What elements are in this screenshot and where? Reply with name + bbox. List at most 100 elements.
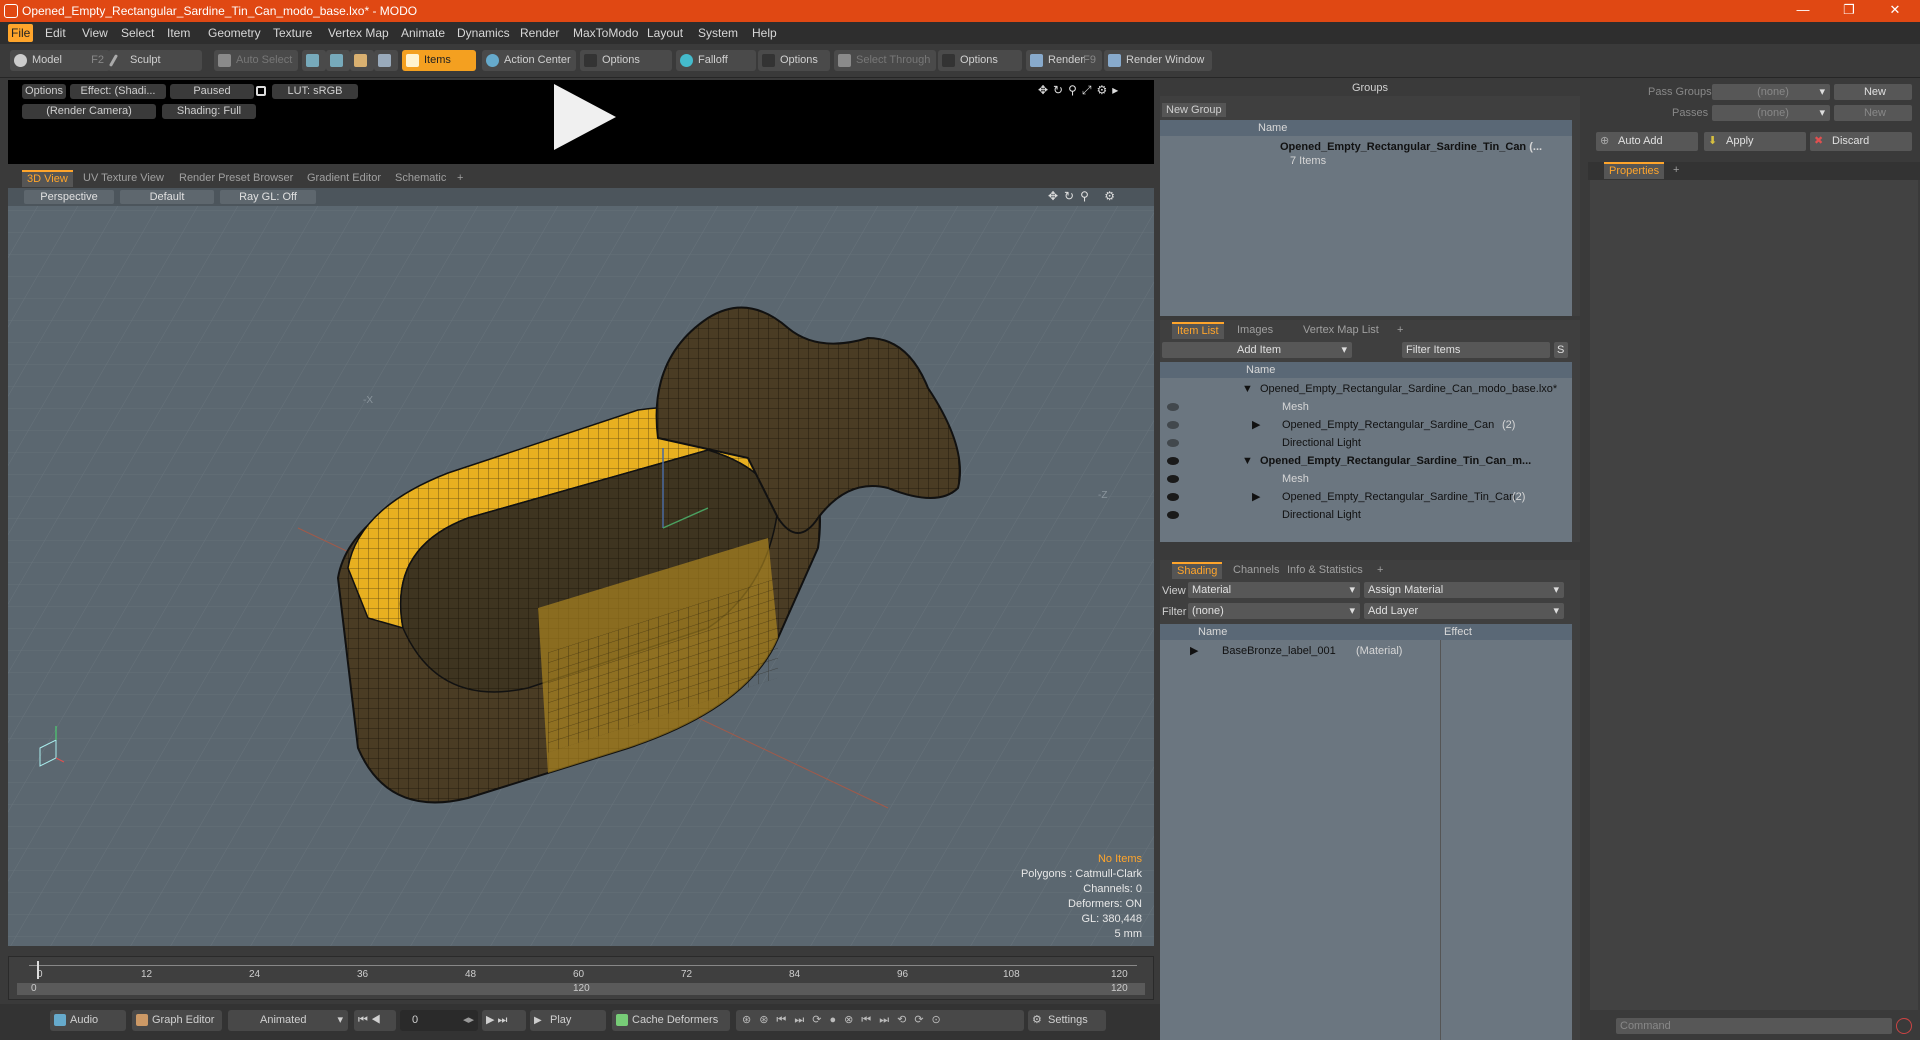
record-icon[interactable] [1896,1018,1912,1034]
render-camera-dropdown[interactable]: (Render Camera) [22,104,156,119]
discard-button[interactable]: ✖ Discard [1810,132,1912,151]
menu-item[interactable]: Item [167,26,190,40]
menu-view[interactable]: View [82,26,108,40]
tab-shading[interactable]: Shading [1172,562,1223,579]
item-row[interactable]: Directional Light [1160,506,1572,524]
search-toggle-button[interactable]: S [1554,342,1568,358]
apply-button[interactable]: ⬇ Apply [1704,132,1806,151]
raygl-dropdown[interactable]: Ray GL: Off [220,190,316,204]
tab-3d-view[interactable]: 3D View [22,170,73,187]
falloff-options-button[interactable]: Options [758,50,830,71]
menu-geometry[interactable]: Geometry [208,26,261,40]
items-mode-button[interactable]: Items [402,50,476,71]
timeline[interactable]: 0 12 24 36 48 60 72 84 96 108 120 0 120 … [8,956,1154,1000]
view-dropdown[interactable]: Material ▾ [1188,582,1360,598]
menu-help[interactable]: Help [752,26,777,40]
tab-schematic[interactable]: Schematic [390,170,451,187]
add-tab-button[interactable]: + [1392,322,1408,339]
close-button[interactable]: ✕ [1872,0,1918,22]
menu-maxtomodo[interactable]: MaxToModo [573,26,638,40]
3d-viewport[interactable]: -X -Z No Items Polygons : Catmull-Clark [8,188,1154,946]
new-pass-button[interactable]: New [1834,105,1912,121]
item-row[interactable]: Mesh [1160,470,1572,488]
menu-edit[interactable]: Edit [45,26,66,40]
tab-uv-texture-view[interactable]: UV Texture View [78,170,169,187]
tab-render-preset-browser[interactable]: Render Preset Browser [174,170,298,187]
falloff-button[interactable]: Falloff [676,50,756,71]
add-tab-button[interactable]: + [452,170,468,187]
filter-dropdown[interactable]: (none) ▾ [1188,603,1360,619]
perspective-dropdown[interactable]: Perspective [24,190,114,204]
minimize-button[interactable]: — [1780,0,1826,22]
shading-dropdown[interactable]: Shading: Full [162,104,256,119]
model-mode-button[interactable]: Model F2 [10,50,110,71]
filter-items-input[interactable]: Filter Items [1402,342,1550,358]
render-button[interactable]: Render F9 [1026,50,1102,71]
preview-options-button[interactable]: Options [22,84,66,99]
assign-material-button[interactable]: Assign Material ▾ [1364,582,1564,598]
menu-system[interactable]: System [698,26,738,40]
cache-deformers-button[interactable]: Cache Deformers [612,1010,730,1031]
select-through-options-button[interactable]: Options [938,50,1022,71]
select-through-button[interactable]: Select Through [834,50,936,71]
passes-dropdown[interactable]: (none) ▾ [1712,105,1830,121]
tab-properties[interactable]: Properties [1604,162,1665,179]
menu-vertex-map[interactable]: Vertex Map [328,26,389,40]
item-row[interactable]: Directional Light [1160,434,1572,452]
animated-dropdown[interactable]: Animated ▾ [228,1010,348,1031]
render-window-button[interactable]: Render Window [1104,50,1212,71]
default-dropdown[interactable]: Default [120,190,214,204]
tab-gradient-editor[interactable]: Gradient Editor [302,170,386,187]
item-row[interactable]: ▶ Opened_Empty_Rectangular_Sardine_Can (2… [1160,416,1572,434]
auto-add-button[interactable]: ⊕ Auto Add [1596,132,1698,151]
maximize-button[interactable]: ❐ [1826,0,1872,22]
effect-dropdown[interactable]: Effect: (Shadi... [70,84,166,99]
material-row[interactable]: ▶ BaseBronze_label_001 (Material) [1160,642,1572,660]
item-row[interactable]: ▼ Opened_Empty_Rectangular_Sardine_Can_mo… [1160,380,1572,398]
add-tab-button[interactable]: + [1668,162,1684,179]
new-pass-group-button[interactable]: New [1834,84,1912,100]
action-center-button[interactable]: Action Center [482,50,576,71]
preview-nav-icons[interactable]: ✥↻⚲⤢⚙▸ [1038,83,1123,98]
viewport-nav-icons[interactable]: ✥↻⚲ ⚙ [1048,189,1121,203]
settings-button[interactable]: ⚙ Settings [1028,1010,1106,1031]
pass-groups-dropdown[interactable]: (none) ▾ [1712,84,1830,100]
timeline-playhead[interactable] [37,961,39,979]
item-row[interactable]: ▶ Opened_Empty_Rectangular_Sardine_Tin_Ca… [1160,488,1572,506]
menu-file[interactable]: File [8,24,34,42]
tab-vertex-map-list[interactable]: Vertex Map List [1298,322,1384,339]
item-row[interactable]: Mesh [1160,398,1572,416]
play-icon[interactable] [554,84,616,150]
menu-texture[interactable]: Texture [273,26,312,40]
tab-item-list[interactable]: Item List [1172,322,1224,339]
edges-mode-button[interactable] [326,50,350,71]
skip-back-buttons[interactable]: ⏮◀ [354,1010,396,1031]
vertices-mode-button[interactable] [302,50,326,71]
menu-layout[interactable]: Layout [647,26,683,40]
new-group-button[interactable]: New Group [1162,103,1226,117]
add-item-dropdown[interactable]: Add Item ▾ [1162,342,1352,358]
command-input[interactable]: Command [1616,1018,1892,1034]
graph-editor-button[interactable]: Graph Editor [132,1010,222,1031]
action-center-options-button[interactable]: Options [580,50,672,71]
paused-button[interactable]: Paused [170,84,254,99]
play-button[interactable]: ▶ Play [530,1010,606,1031]
audio-button[interactable]: Audio [50,1010,126,1031]
menu-animate[interactable]: Animate [401,26,445,40]
tab-info-statistics[interactable]: Info & Statistics [1282,562,1368,579]
lock-icon[interactable] [256,86,266,96]
menu-select[interactable]: Select [121,26,154,40]
key-tool-buttons[interactable]: ⊛⊛⏮⏭⟳●⊗⏮⏭⟲⟳⊙ [736,1010,1024,1031]
step-forward-buttons[interactable]: ▶⏭ [482,1010,526,1031]
tab-images[interactable]: Images [1232,322,1278,339]
tab-channels[interactable]: Channels [1228,562,1284,579]
materials-mode-button[interactable] [374,50,398,71]
add-layer-dropdown[interactable]: Add Layer ▾ [1364,603,1564,619]
lut-dropdown[interactable]: LUT: sRGB [272,84,358,99]
menu-render[interactable]: Render [520,26,559,40]
sculpt-mode-button[interactable]: Sculpt [108,50,202,71]
item-row[interactable]: ▼ Opened_Empty_Rectangular_Sardine_Tin_Ca… [1160,452,1572,470]
polygons-mode-button[interactable] [350,50,374,71]
add-tab-button[interactable]: + [1372,562,1388,579]
frame-field[interactable]: 0 ◂▸ [400,1010,478,1031]
